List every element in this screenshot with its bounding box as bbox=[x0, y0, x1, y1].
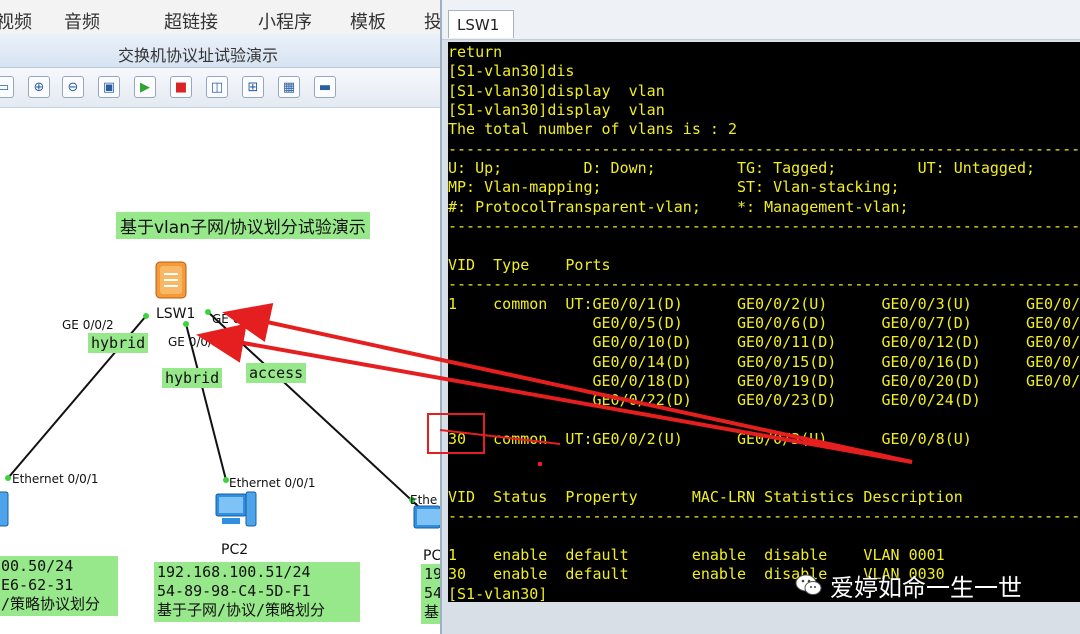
wechat-icon bbox=[795, 574, 822, 595]
terminal-line: MP: Vlan-mapping; ST: Vlan-stacking; bbox=[448, 178, 900, 197]
save-icon[interactable]: ▭ bbox=[0, 76, 14, 98]
pc3-info-box: 19 54 基 bbox=[421, 564, 440, 624]
pc2-mac: 54-89-98-C4-5D-F1 bbox=[157, 582, 311, 600]
pc1-desc: /策略协议划分 bbox=[1, 595, 101, 613]
pc2-icon[interactable] bbox=[215, 491, 257, 527]
switch-icon[interactable] bbox=[155, 261, 187, 299]
pc1-icon[interactable] bbox=[0, 491, 9, 527]
tab-hyperlink[interactable]: 超链接 bbox=[164, 8, 218, 34]
red-dot bbox=[538, 462, 542, 466]
terminal-line: ----------------------------------------… bbox=[448, 139, 1080, 158]
terminal-line: [S1-vlan30]display vlan bbox=[448, 81, 665, 100]
ensp-toolbar: ▭ ⊕ ⊖ ▣ ▶ ■ ◫ ⊞ ▦ ▬ bbox=[0, 68, 440, 108]
terminal-line: GE0/0/14(D) GE0/0/15(D) GE0/0/16(D) GE0/… bbox=[448, 352, 1080, 371]
terminal-line: GE0/0/22(D) GE0/0/23(D) GE0/0/24(D) bbox=[448, 391, 981, 410]
watermark-text: 爱婷如命一生一世 bbox=[830, 573, 1022, 602]
terminal-line: 1 enable default enable disable VLAN 000… bbox=[448, 546, 945, 565]
terminal-tab-lsw1[interactable]: LSW1 bbox=[448, 10, 514, 38]
pc3-ip: 19 bbox=[424, 565, 440, 583]
vlan30-highlight-box bbox=[427, 413, 485, 454]
pc1-info-box: 00.50/24 E6-62-31 /策略协议划分 bbox=[0, 556, 118, 616]
capture-icon[interactable]: ◫ bbox=[206, 76, 228, 98]
pc2-ip: 192.168.100.51/24 bbox=[157, 563, 311, 581]
editor-tab-strip: 视频 音频 超链接 小程序 模板 投 bbox=[0, 0, 442, 34]
pc3-name: PC bbox=[423, 548, 440, 564]
pc1-mac: E6-62-31 bbox=[1, 576, 74, 594]
tab-template[interactable]: 模板 bbox=[350, 8, 386, 34]
terminal-line: ----------------------------------------… bbox=[448, 275, 1080, 294]
terminal-line: GE0/0/10(D) GE0/0/11(D) GE0/0/12(D) GE0/… bbox=[448, 333, 1080, 352]
pc1-port-label: Ethernet 0/0/1 bbox=[12, 472, 99, 486]
port-label-ge003: GE 0/0/3 bbox=[168, 335, 220, 349]
topology-icon[interactable]: ⊞ bbox=[242, 76, 264, 98]
pc2-info-box: 192.168.100.51/24 54-89-98-C4-5D-F1 基于子网… bbox=[154, 562, 360, 622]
terminal-line: ----------------------------------------… bbox=[448, 217, 1080, 236]
port-label-ge008: GE 0/0/8 bbox=[212, 312, 264, 326]
zoom-out-icon[interactable]: ⊖ bbox=[62, 76, 84, 98]
port-label-ge002: GE 0/0/2 bbox=[62, 318, 114, 332]
terminal-screen[interactable]: return [S1-vlan30]dis [S1-vlan30]display v… bbox=[448, 42, 1080, 602]
pc2-port-label: Ethernet 0/0/1 bbox=[229, 476, 316, 490]
terminal-line: [S1-vlan30]dis bbox=[448, 62, 575, 81]
zoom-in-icon[interactable]: ⊕ bbox=[28, 76, 50, 98]
fit-icon[interactable]: ▣ bbox=[98, 76, 120, 98]
pc3-icon[interactable] bbox=[413, 505, 440, 529]
terminal-line: [S1-vlan30] bbox=[448, 584, 548, 602]
pc1-ip: 00.50/24 bbox=[1, 557, 74, 575]
pc2-name: PC2 bbox=[221, 542, 249, 558]
switch-name: LSW1 bbox=[156, 306, 196, 322]
console-icon[interactable]: ▬ bbox=[314, 76, 336, 98]
stop-icon[interactable]: ■ bbox=[170, 76, 192, 98]
terminal-line: [S1-vlan30]display vlan bbox=[448, 101, 665, 120]
pc3-desc: 基 bbox=[424, 603, 440, 621]
terminal-line: 1 common UT:GE0/0/1(D) GE0/0/2(U) GE0/0/… bbox=[448, 294, 1080, 313]
tab-video[interactable]: 视频 bbox=[0, 8, 32, 34]
terminal-footer bbox=[448, 602, 1080, 634]
terminal-line: U: Up; D: Down; TG: Tagged; UT: Untagged… bbox=[448, 159, 1035, 178]
topology-title: 基于vlan子网/协议划分试验演示 bbox=[116, 212, 370, 239]
terminal-line: VID Type Ports bbox=[448, 255, 611, 274]
topology-canvas[interactable]: 基于vlan子网/协议划分试验演示 LSW1 GE 0/0/2 GE 0/0/3… bbox=[0, 108, 440, 634]
terminal-line: GE0/0/5(D) GE0/0/6(D) GE0/0/7(D) GE0/0/8… bbox=[448, 313, 1080, 332]
pc3-port-label: Ethe bbox=[410, 493, 438, 507]
terminal-window: LSW1 return [S1-vlan30]dis [S1-vlan30]disp… bbox=[440, 0, 1080, 634]
tag-access: access bbox=[246, 363, 307, 383]
tab-audio[interactable]: 音频 bbox=[64, 8, 100, 34]
terminal-line: VID Status Property MAC-LRN Statistics D… bbox=[448, 488, 963, 507]
terminal-line: The total number of vlans is : 2 bbox=[448, 120, 737, 139]
ensp-window-title: 交换机协议址试验演示 bbox=[118, 46, 279, 65]
terminal-line: 30 common UT:GE0/0/2(U) GE0/0/3(U) GE0/0… bbox=[448, 430, 972, 448]
terminal-line: ----------------------------------------… bbox=[448, 507, 1080, 526]
ensp-title-bar: 交换机协议址试验演示 bbox=[0, 34, 440, 68]
tag-hybrid-2: hybrid bbox=[162, 368, 223, 388]
terminal-tab-bar: LSW1 bbox=[442, 0, 1080, 40]
start-icon[interactable]: ▶ bbox=[134, 76, 156, 98]
terminal-line: GE0/0/18(D) GE0/0/19(D) GE0/0/20(D) GE0/… bbox=[448, 371, 1080, 390]
grid-icon[interactable]: ▦ bbox=[278, 76, 300, 98]
terminal-line: #: ProtocolTransparent-vlan; *: Manageme… bbox=[448, 197, 909, 216]
pc3-mac: 54 bbox=[424, 584, 440, 602]
tab-mini-program[interactable]: 小程序 bbox=[258, 8, 312, 34]
terminal-line: return bbox=[448, 43, 503, 61]
pc2-desc: 基于子网/协议/策略划分 bbox=[157, 601, 326, 619]
tag-hybrid-1: hybrid bbox=[88, 333, 149, 353]
watermark: 爱婷如命一生一世 bbox=[794, 568, 1022, 602]
